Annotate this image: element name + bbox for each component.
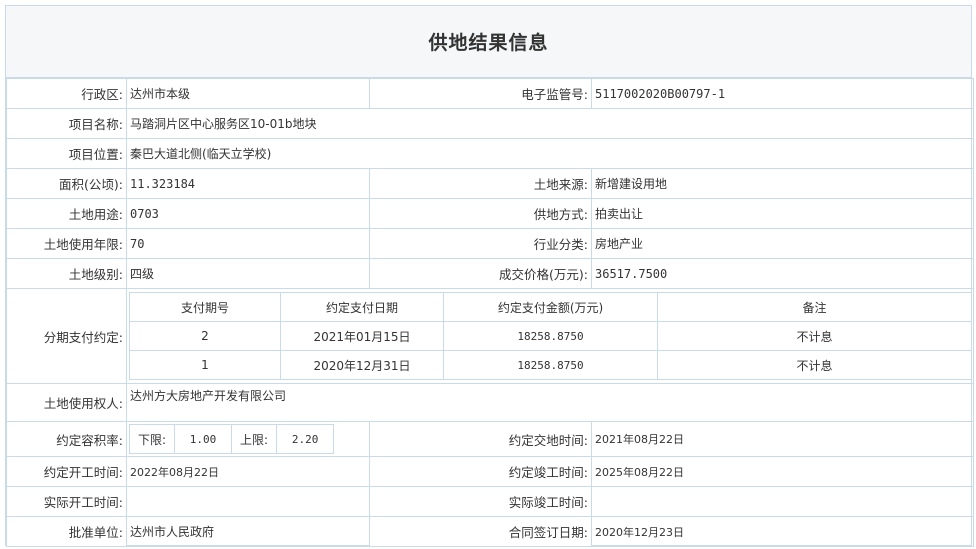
page-title: 供地结果信息 — [6, 6, 971, 78]
header-date: 约定支付日期 — [280, 292, 444, 322]
complete-label: 约定竣工时间: — [369, 456, 592, 487]
installment-cell: 支付期号 约定支付日期 约定支付金额(万元) 备注 2 2021年01月15日 … — [126, 288, 974, 384]
supervision-label: 电子监管号: — [369, 78, 592, 109]
actual-complete-value — [591, 486, 974, 517]
far-upper-value: 2.20 — [276, 424, 335, 454]
installment-table: 支付期号 约定支付日期 约定支付金额(万元) 备注 2 2021年01月15日 … — [129, 292, 972, 380]
row-actual: 实际开工时间: 实际竣工时间: — [6, 486, 974, 517]
installment-period: 2 — [129, 321, 281, 351]
row-project-name: 项目名称: 马踏洞片区中心服务区10-01b地块 — [6, 108, 974, 139]
contract-date-value: 2020年12月23日 — [591, 516, 974, 547]
area-label: 面积(公顷): — [6, 168, 127, 199]
project-location-value: 秦巴大道北侧(临天立学校) — [126, 138, 974, 169]
industry-label: 行业分类: — [369, 228, 592, 259]
project-name-label: 项目名称: — [6, 108, 127, 139]
start-label: 约定开工时间: — [6, 456, 127, 487]
land-user-value: 达州方大房地产开发有限公司 — [126, 383, 974, 422]
land-use-value: 0703 — [126, 198, 370, 229]
row-project-location: 项目位置: 秦巴大道北侧(临天立学校) — [6, 138, 974, 169]
actual-start-value — [126, 486, 370, 517]
deal-price-value: 36517.7500 — [591, 258, 974, 289]
actual-start-label: 实际开工时间: — [6, 486, 127, 517]
far-table: 下限: 1.00 上限: 2.20 — [128, 424, 335, 454]
installment-header-row: 支付期号 约定支付日期 约定支付金额(万元) 备注 — [129, 292, 972, 322]
actual-complete-label: 实际竣工时间: — [369, 486, 592, 517]
use-years-value: 70 — [126, 228, 370, 259]
table-row: 2 2021年01月15日 18258.8750 不计息 — [129, 321, 972, 351]
supervision-value: 5117002020B00797-1 — [591, 78, 974, 109]
info-table: 行政区: 达州市本级 电子监管号: 5117002020B00797-1 项目名… — [6, 78, 974, 547]
use-years-label: 土地使用年限: — [6, 228, 127, 259]
header-period: 支付期号 — [129, 292, 281, 322]
row-land-use: 土地用途: 0703 供地方式: 拍卖出让 — [6, 198, 974, 229]
far-cell: 下限: 1.00 上限: 2.20 — [126, 421, 370, 457]
complete-value: 2025年08月22日 — [591, 456, 974, 487]
land-grade-value: 四级 — [126, 258, 370, 289]
row-start: 约定开工时间: 2022年08月22日 约定竣工时间: 2025年08月22日 — [6, 456, 974, 487]
land-source-label: 土地来源: — [369, 168, 592, 199]
project-location-label: 项目位置: — [6, 138, 127, 169]
row-far: 约定容积率: 下限: 1.00 上限: 2.20 约定交地时间: 2021年08… — [6, 421, 974, 457]
row-approval: 批准单位: 达州市人民政府 合同签订日期: 2020年12月23日 — [6, 516, 974, 547]
row-use-years: 土地使用年限: 70 行业分类: 房地产业 — [6, 228, 974, 259]
far-lower-label: 下限: — [128, 424, 176, 454]
district-value: 达州市本级 — [126, 78, 370, 109]
header-amount: 约定支付金额(万元) — [443, 292, 658, 322]
installment-note: 不计息 — [657, 350, 972, 380]
installment-amount: 18258.8750 — [443, 350, 658, 380]
land-use-label: 土地用途: — [6, 198, 127, 229]
approval-label: 批准单位: — [6, 516, 127, 547]
contract-date-label: 合同签订日期: — [369, 516, 592, 547]
deal-price-label: 成交价格(万元): — [369, 258, 592, 289]
row-land-user: 土地使用权人: 达州方大房地产开发有限公司 — [6, 383, 974, 422]
row-area: 面积(公顷): 11.323184 土地来源: 新增建设用地 — [6, 168, 974, 199]
header-note: 备注 — [657, 292, 972, 322]
table-row: 1 2020年12月31日 18258.8750 不计息 — [129, 350, 972, 380]
installment-period: 1 — [129, 350, 281, 380]
installment-label: 分期支付约定: — [6, 288, 127, 384]
project-name-value: 马踏洞片区中心服务区10-01b地块 — [126, 108, 974, 139]
handover-label: 约定交地时间: — [369, 421, 592, 457]
row-district: 行政区: 达州市本级 电子监管号: 5117002020B00797-1 — [6, 78, 974, 109]
far-label: 约定容积率: — [6, 421, 127, 457]
installment-amount: 18258.8750 — [443, 321, 658, 351]
result-panel: 供地结果信息 行政区: 达州市本级 电子监管号: 5117002020B0079… — [5, 5, 974, 547]
land-source-value: 新增建设用地 — [591, 168, 974, 199]
district-label: 行政区: — [6, 78, 127, 109]
area-value: 11.323184 — [126, 168, 370, 199]
start-value: 2022年08月22日 — [126, 456, 370, 487]
approval-value: 达州市人民政府 — [126, 516, 370, 547]
far-lower-value: 1.00 — [174, 424, 233, 454]
installment-date: 2020年12月31日 — [280, 350, 444, 380]
supply-method-value: 拍卖出让 — [591, 198, 974, 229]
far-upper-label: 上限: — [231, 424, 278, 454]
handover-value: 2021年08月22日 — [591, 421, 974, 457]
land-user-label: 土地使用权人: — [6, 383, 127, 422]
land-grade-label: 土地级别: — [6, 258, 127, 289]
row-land-grade: 土地级别: 四级 成交价格(万元): 36517.7500 — [6, 258, 974, 289]
industry-value: 房地产业 — [591, 228, 974, 259]
row-installments: 分期支付约定: 支付期号 约定支付日期 约定支付金额(万元) 备注 2 2021… — [6, 288, 974, 384]
installment-note: 不计息 — [657, 321, 972, 351]
installment-date: 2021年01月15日 — [280, 321, 444, 351]
supply-method-label: 供地方式: — [369, 198, 592, 229]
